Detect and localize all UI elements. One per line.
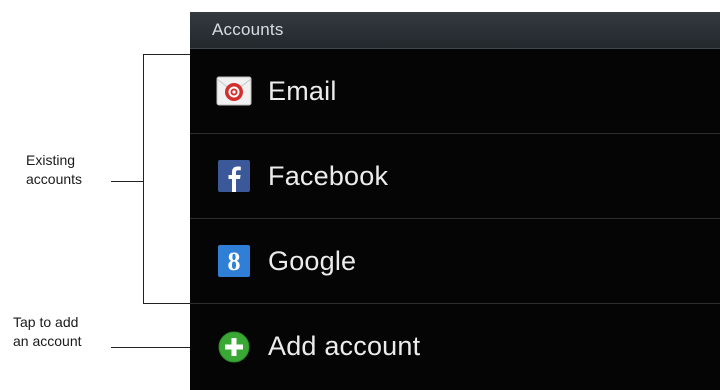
annotation-text: accounts <box>26 171 83 187</box>
bracket-line <box>143 54 144 304</box>
account-item-email[interactable]: Email <box>190 49 720 134</box>
annotation-text: Tap to add <box>13 314 79 330</box>
callout-line <box>111 181 143 182</box>
add-circle-icon <box>216 329 252 365</box>
account-item-google[interactable]: 8 Google <box>190 219 720 304</box>
add-account-button[interactable]: Add account <box>190 304 720 389</box>
page-title: Accounts <box>212 20 284 39</box>
add-account-label: Add account <box>268 331 421 361</box>
bracket-line <box>143 303 193 304</box>
email-icon <box>216 73 252 109</box>
existing-accounts-annotation: Existing accounts <box>26 151 116 189</box>
account-item-facebook[interactable]: Facebook <box>190 134 720 219</box>
bracket-line <box>143 54 193 55</box>
annotation-text: an account <box>13 333 82 349</box>
facebook-icon <box>216 158 252 194</box>
svg-text:8: 8 <box>228 247 241 276</box>
annotation-text: Existing <box>26 152 76 168</box>
add-account-annotation: Tap to add an account <box>13 313 113 351</box>
account-label: Google <box>268 245 357 276</box>
callout-line <box>111 347 193 348</box>
accounts-list: Email Facebook 8 Google Add account <box>190 49 720 389</box>
accounts-header: Accounts <box>190 12 720 49</box>
account-label: Facebook <box>268 160 389 191</box>
google-icon: 8 <box>216 243 252 279</box>
account-label: Email <box>268 75 337 106</box>
accounts-panel: Accounts Email Facebook 8 Google Add acc… <box>190 12 720 390</box>
